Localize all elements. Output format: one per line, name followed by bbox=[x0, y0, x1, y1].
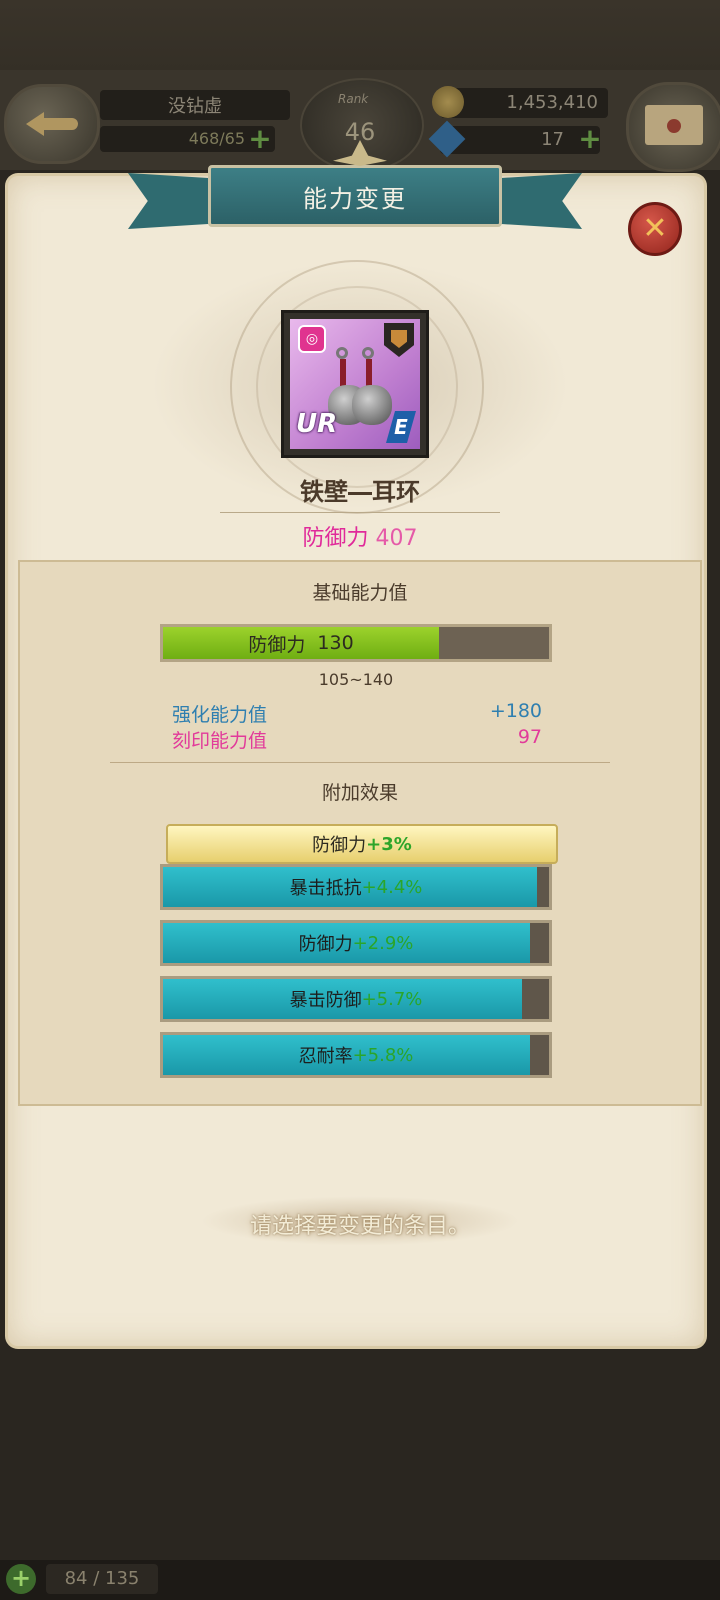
add-capacity-icon[interactable]: + bbox=[6, 1564, 36, 1594]
gold-counter: 1,453,410 bbox=[440, 88, 608, 118]
rank-label: Rank bbox=[338, 92, 369, 106]
base-stat-range: 105~140 bbox=[318, 670, 394, 689]
add-gem-icon[interactable]: + bbox=[578, 125, 602, 153]
item-stat-value: 407 bbox=[375, 526, 418, 551]
option-label: 忍耐率 bbox=[298, 1046, 353, 1067]
title-banner: 能力变更 bbox=[128, 155, 582, 240]
rarity-badge: UR bbox=[296, 409, 338, 439]
engrave-value: 97 bbox=[517, 726, 542, 748]
inventory-count: 84 / 135 bbox=[46, 1564, 158, 1594]
banner-ribbon-left bbox=[128, 173, 218, 229]
mail-button[interactable] bbox=[626, 82, 720, 172]
base-stat-value: 130 bbox=[317, 632, 354, 654]
engrave-label: 刻印能力值 bbox=[172, 730, 268, 752]
base-stat-bar: 防御力 130 bbox=[160, 624, 552, 662]
dialog-title: 能力变更 bbox=[208, 165, 502, 227]
earring-head-right bbox=[352, 385, 392, 425]
option-value: +5.8% bbox=[352, 1044, 414, 1066]
option-value: +5.7% bbox=[361, 988, 423, 1010]
extra-option-1[interactable]: 暴击抵抗 +4.4% bbox=[160, 864, 552, 910]
earring-stem-left bbox=[340, 359, 346, 387]
item-name: 铁壁―耳环 bbox=[300, 478, 420, 506]
item-icon-frame[interactable]: ◎ UR E bbox=[281, 310, 429, 458]
base-stat-text: 防御力 130 bbox=[163, 627, 549, 659]
base-stats-title: 基础能力值 bbox=[312, 582, 408, 604]
section-divider bbox=[110, 762, 610, 763]
add-stamina-icon[interactable]: + bbox=[248, 125, 272, 153]
extra-effects-title: 附加效果 bbox=[321, 782, 398, 804]
earring-stem-right bbox=[366, 359, 372, 387]
back-button[interactable] bbox=[4, 84, 100, 164]
extra-option-2[interactable]: 防御力 +2.9% bbox=[160, 920, 552, 966]
option-text: 防御力 +2.9% bbox=[163, 923, 549, 963]
attribute-icon: ◎ bbox=[298, 325, 326, 353]
option-label: 暴击抵抗 bbox=[289, 878, 362, 899]
set-bonus-option[interactable]: 防御力 +3% bbox=[166, 824, 558, 864]
selection-hint: 请选择要变更的条目。 bbox=[249, 1214, 470, 1239]
item-portrait: ◎ UR E bbox=[290, 319, 420, 449]
earring-hook-right bbox=[362, 347, 374, 359]
option-value: +2.9% bbox=[352, 932, 414, 954]
extra-option-4[interactable]: 忍耐率 +5.8% bbox=[160, 1032, 552, 1078]
option-value: +4.4% bbox=[361, 876, 423, 898]
envelope-icon bbox=[645, 105, 703, 145]
set-bonus-value: +3% bbox=[366, 833, 412, 855]
option-text: 忍耐率 +5.8% bbox=[163, 1035, 549, 1075]
extra-option-3[interactable]: 暴击防御 +5.7% bbox=[160, 976, 552, 1022]
gold-coin-icon bbox=[432, 86, 464, 118]
enhance-label: 强化能力值 bbox=[172, 704, 268, 726]
back-arrow-icon bbox=[26, 110, 78, 138]
option-text: 暴击防御 +5.7% bbox=[163, 979, 549, 1019]
earring-icon bbox=[328, 347, 392, 431]
item-main-stat: 防御力 407 bbox=[200, 520, 520, 552]
name-divider bbox=[220, 512, 500, 513]
close-button[interactable]: ✕ bbox=[628, 202, 682, 256]
player-name: 没钻虚 bbox=[100, 90, 290, 120]
option-label: 暴击防御 bbox=[289, 990, 362, 1011]
base-stat-label: 防御力 bbox=[248, 633, 306, 656]
item-stat-label: 防御力 bbox=[302, 526, 369, 551]
set-bonus-label: 防御力 bbox=[312, 835, 367, 856]
enhance-value: +180 bbox=[489, 700, 542, 722]
banner-ribbon-right bbox=[492, 173, 582, 229]
option-label: 防御力 bbox=[298, 934, 353, 955]
option-text: 暴击抵抗 +4.4% bbox=[163, 867, 549, 907]
earring-hook-left bbox=[336, 347, 348, 359]
